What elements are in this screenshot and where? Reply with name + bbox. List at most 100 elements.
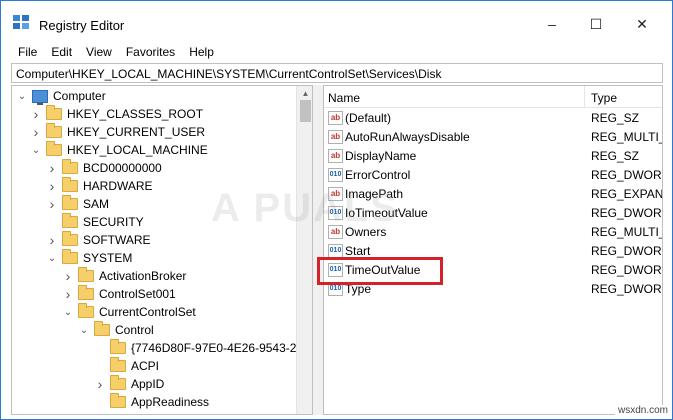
- value-type: REG_DWORD: [591, 244, 663, 258]
- close-button[interactable]: ✕: [619, 9, 665, 39]
- folder-icon: [110, 357, 126, 372]
- value-name: DisplayName: [345, 149, 417, 163]
- list-header: Name Type: [324, 86, 662, 108]
- address-bar[interactable]: Computer\HKEY_LOCAL_MACHINE\SYSTEM\Curre…: [11, 63, 663, 83]
- pane-splitter[interactable]: [313, 85, 323, 415]
- tree-item-label: HARDWARE: [83, 179, 153, 193]
- tree-item[interactable]: {7746D80F-97E0-4E26-9543-26B: [94, 339, 311, 357]
- menu-file[interactable]: File: [11, 41, 44, 63]
- tree-item[interactable]: ⌄ Computer: [16, 87, 106, 105]
- folder-icon: [46, 141, 62, 156]
- folder-icon: [78, 285, 94, 300]
- value-type: REG_SZ: [591, 111, 640, 125]
- menu-view[interactable]: View: [79, 41, 119, 63]
- chevron-down-icon[interactable]: ⌄: [78, 321, 90, 339]
- appuals-watermark: A PUALS: [211, 186, 400, 230]
- tree-item-label: ControlSet001: [99, 287, 176, 301]
- binary-value-icon: 010: [328, 168, 343, 182]
- chevron-right-icon[interactable]: ›: [62, 267, 74, 285]
- title-bar[interactable]: Registry Editor – ☐ ✕: [1, 1, 672, 39]
- tree-item[interactable]: › HARDWARE: [46, 177, 153, 195]
- chevron-down-icon[interactable]: ⌄: [16, 87, 28, 105]
- chevron-right-icon[interactable]: ›: [46, 159, 58, 177]
- tree-item[interactable]: › SOFTWARE: [46, 231, 151, 249]
- tree-item[interactable]: › BCD00000000: [46, 159, 162, 177]
- tree-item-label: HKEY_CURRENT_USER: [67, 125, 206, 139]
- maximize-button[interactable]: ☐: [573, 9, 619, 39]
- scroll-up-icon[interactable]: ▲: [297, 86, 312, 100]
- tree-item[interactable]: › ActivationBroker: [62, 267, 186, 285]
- tree-item-label: ActivationBroker: [99, 269, 187, 283]
- tree-item-label: Computer: [53, 89, 106, 103]
- folder-icon: [78, 267, 94, 282]
- tree-item-label: HKEY_LOCAL_MACHINE: [67, 143, 208, 157]
- minimize-button[interactable]: –: [529, 9, 575, 39]
- values-list: Name Type ab (Default) REG_SZ ab AutoRunAlwa…: [323, 85, 663, 415]
- column-divider[interactable]: [584, 86, 585, 108]
- chevron-down-icon[interactable]: ⌄: [30, 141, 42, 159]
- chevron-right-icon[interactable]: ›: [62, 285, 74, 303]
- menu-bar: File Edit View Favorites Help: [1, 41, 672, 63]
- tree-item[interactable]: ⌄ HKEY_LOCAL_MACHINE: [30, 141, 208, 159]
- chevron-right-icon[interactable]: ›: [46, 231, 58, 249]
- tree-item[interactable]: ⌄ CurrentControlSet: [62, 303, 196, 321]
- tree-item-label: HKEY_CLASSES_ROOT: [67, 107, 204, 121]
- tree-item-label: {7746D80F-97E0-4E26-9543-26B: [131, 341, 312, 355]
- tree-item-label: AppID: [131, 377, 165, 391]
- site-watermark: wsxdn.com: [615, 405, 672, 416]
- tree-item[interactable]: › HKEY_CURRENT_USER: [30, 123, 205, 141]
- value-row[interactable]: 010 ErrorControl REG_DWORD: [324, 166, 662, 185]
- tree-scrollbar[interactable]: ▲: [296, 86, 312, 414]
- folder-icon: [46, 105, 62, 120]
- folder-icon: [110, 393, 126, 408]
- value-row[interactable]: abAutoRunAlwaysDisable REG_MULTI_SZ: [324, 128, 662, 147]
- folder-icon: [94, 321, 110, 336]
- value-type: REG_SZ: [591, 149, 640, 163]
- tree-item-label: ACPI: [131, 359, 160, 373]
- tree-item[interactable]: › ControlSet001: [62, 285, 176, 303]
- menu-edit[interactable]: Edit: [44, 41, 79, 63]
- chevron-down-icon[interactable]: ⌄: [62, 303, 74, 321]
- tree-item[interactable]: ⌄ Control: [78, 321, 154, 339]
- value-row[interactable]: ab (Default) REG_SZ: [324, 109, 662, 128]
- column-header-type[interactable]: Type: [591, 91, 617, 105]
- chevron-right-icon[interactable]: ›: [46, 195, 58, 213]
- menu-favorites[interactable]: Favorites: [119, 41, 182, 63]
- tree-item[interactable]: › SAM: [46, 195, 109, 213]
- tree-item-label: SECURITY: [83, 215, 144, 229]
- value-type: REG_MULTI_SZ: [591, 130, 662, 144]
- chevron-down-icon[interactable]: ⌄: [46, 249, 58, 267]
- tree-item-label: CurrentControlSet: [99, 305, 196, 319]
- binary-value-icon: 010: [328, 244, 343, 258]
- window-title: Registry Editor: [39, 18, 125, 33]
- tree-item[interactable]: AppReadiness: [94, 393, 209, 411]
- chevron-right-icon[interactable]: ›: [30, 105, 42, 123]
- tree-item[interactable]: › AppID: [94, 375, 164, 393]
- menu-help[interactable]: Help: [182, 41, 221, 63]
- tree-item[interactable]: ⌄ SYSTEM: [46, 249, 132, 267]
- chevron-right-icon[interactable]: ›: [30, 123, 42, 141]
- chevron-right-icon[interactable]: ›: [94, 375, 106, 393]
- folder-icon: [62, 213, 78, 228]
- chevron-right-icon[interactable]: ›: [46, 177, 58, 195]
- value-name: AutoRunAlwaysDisable: [345, 130, 470, 144]
- tree-item[interactable]: SECURITY: [46, 213, 144, 231]
- value-name: (Default): [345, 111, 392, 125]
- computer-icon: [32, 89, 48, 105]
- value-row[interactable]: ab DisplayName REG_SZ: [324, 147, 662, 166]
- column-header-name[interactable]: Name: [328, 91, 360, 105]
- folder-icon: [46, 123, 62, 138]
- tree-item[interactable]: › HKEY_CLASSES_ROOT: [30, 105, 203, 123]
- folder-icon: [78, 303, 94, 318]
- value-type: REG_MULTI_S: [591, 225, 662, 239]
- folder-icon: [62, 159, 78, 174]
- value-type: REG_DWORD: [591, 282, 663, 296]
- tree-item[interactable]: ACPI: [94, 357, 159, 375]
- scroll-thumb[interactable]: [300, 100, 311, 122]
- value-name: ErrorControl: [345, 168, 411, 182]
- registry-editor-icon: [13, 15, 29, 29]
- folder-icon: [110, 375, 126, 390]
